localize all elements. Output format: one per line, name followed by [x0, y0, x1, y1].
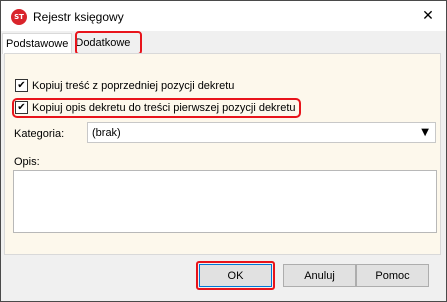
app-logo-icon: ST: [11, 9, 27, 25]
copy-content-checkbox[interactable]: ✔: [15, 79, 28, 92]
close-icon: ✕: [422, 8, 434, 24]
category-select[interactable]: (brak) ▼: [87, 122, 436, 143]
description-label: Opis:: [14, 156, 40, 168]
cancel-button-label: Anuluj: [304, 269, 335, 282]
category-label: Kategoria:: [14, 128, 65, 140]
tab-label: Podstawowe: [6, 38, 69, 50]
help-button[interactable]: Pomoc: [356, 264, 429, 287]
chevron-down-icon[interactable]: ▼: [421, 127, 429, 138]
ok-highlight-annotation: [196, 261, 275, 290]
copy-content-option[interactable]: ✔ Kopiuj treść z poprzedniej pozycji dek…: [15, 79, 234, 92]
copy-content-label[interactable]: Kopiuj treść z poprzedniej pozycji dekre…: [32, 80, 234, 92]
cancel-button[interactable]: Anuluj: [283, 264, 356, 287]
tab-highlight-annotation: [75, 31, 142, 55]
description-textarea[interactable]: [13, 170, 437, 233]
tab-panel: ✔ Kopiuj treść z poprzedniej pozycji dek…: [4, 53, 441, 255]
close-button[interactable]: ✕: [418, 7, 438, 25]
help-button-label: Pomoc: [375, 269, 410, 282]
category-value: (brak): [92, 126, 121, 139]
window-title: Rejestr księgowy: [33, 10, 124, 24]
title-bar[interactable]: ST Rejestr księgowy ✕: [1, 1, 446, 31]
checkmark-icon: ✔: [17, 79, 26, 91]
tab-podstawowe[interactable]: Podstawowe: [2, 33, 73, 54]
option-highlight-annotation: [12, 98, 301, 118]
